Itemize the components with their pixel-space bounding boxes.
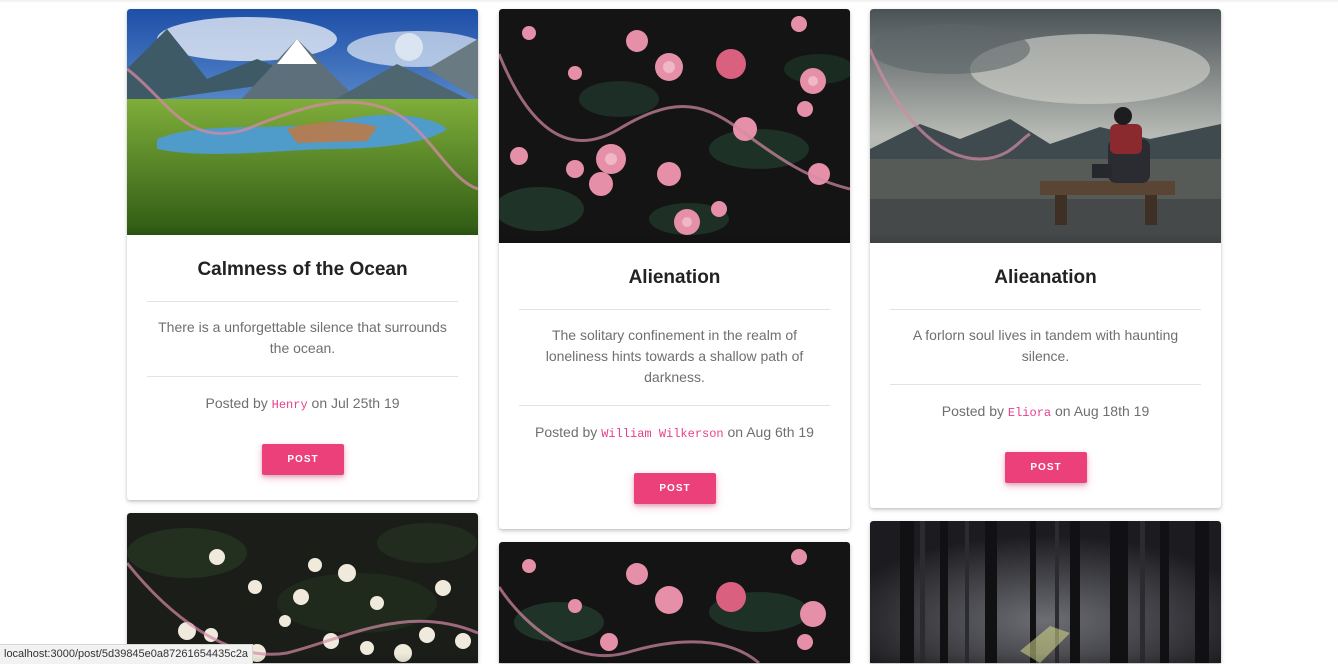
author-name: Henry bbox=[271, 398, 308, 412]
divider bbox=[890, 309, 1201, 310]
post-card bbox=[127, 513, 478, 663]
post-button[interactable]: POST bbox=[634, 473, 716, 504]
divider bbox=[147, 301, 458, 302]
post-description: The solitary confinement in the realm of… bbox=[545, 327, 804, 385]
post-date: Aug 18th 19 bbox=[1073, 403, 1150, 419]
author-name: Eliora bbox=[1007, 406, 1052, 420]
post-date: Aug 6th 19 bbox=[746, 424, 814, 440]
date-prefix: on bbox=[727, 424, 744, 440]
author-name: William Wilkerson bbox=[601, 427, 724, 441]
post-meta: Posted by Henry on Jul 25th 19 bbox=[127, 395, 478, 412]
divider bbox=[147, 376, 458, 377]
posted-by-label: Posted by bbox=[941, 403, 1005, 419]
browser-top-edge bbox=[0, 0, 1338, 3]
divider bbox=[519, 405, 830, 406]
post-description: There is a unforgettable silence that su… bbox=[158, 319, 447, 356]
posted-by-label: Posted by bbox=[205, 395, 268, 411]
post-meta: Posted by Eliora on Aug 18th 19 bbox=[870, 403, 1221, 420]
post-card: Alienation The solitary confinement in t… bbox=[499, 9, 850, 529]
divider bbox=[890, 384, 1201, 385]
divider bbox=[519, 309, 830, 310]
date-prefix: on bbox=[1055, 403, 1071, 419]
post-card: Alieanation A forlorn soul lives in tand… bbox=[870, 9, 1221, 508]
posted-by-label: Posted by bbox=[535, 424, 598, 440]
post-date: Jul 25th 19 bbox=[331, 395, 400, 411]
post-title: Calmness of the Ocean bbox=[197, 259, 408, 280]
post-title: Alieanation bbox=[994, 267, 1097, 288]
post-card: Calmness of the Ocean There is a unforge… bbox=[127, 9, 478, 500]
post-card bbox=[870, 521, 1221, 663]
post-image-foggy-forest[interactable] bbox=[870, 521, 1221, 663]
post-image-white-flowers[interactable] bbox=[127, 513, 478, 663]
post-image-person-bench[interactable] bbox=[870, 9, 1221, 243]
status-bar-url: localhost:3000/post/5d39845e0a8726165443… bbox=[0, 644, 254, 664]
post-meta: Posted by William Wilkerson on Aug 6th 1… bbox=[499, 424, 850, 441]
post-description: A forlorn soul lives in tandem with haun… bbox=[912, 327, 1179, 364]
post-image-mountain-lake[interactable] bbox=[127, 9, 478, 235]
post-title: Alienation bbox=[628, 267, 721, 288]
post-card bbox=[499, 542, 850, 663]
post-button[interactable]: POST bbox=[262, 444, 344, 475]
post-image-pink-flowers[interactable] bbox=[499, 9, 850, 243]
post-image-pink-flowers[interactable] bbox=[499, 542, 850, 663]
post-button[interactable]: POST bbox=[1005, 452, 1087, 483]
date-prefix: on bbox=[311, 395, 328, 411]
